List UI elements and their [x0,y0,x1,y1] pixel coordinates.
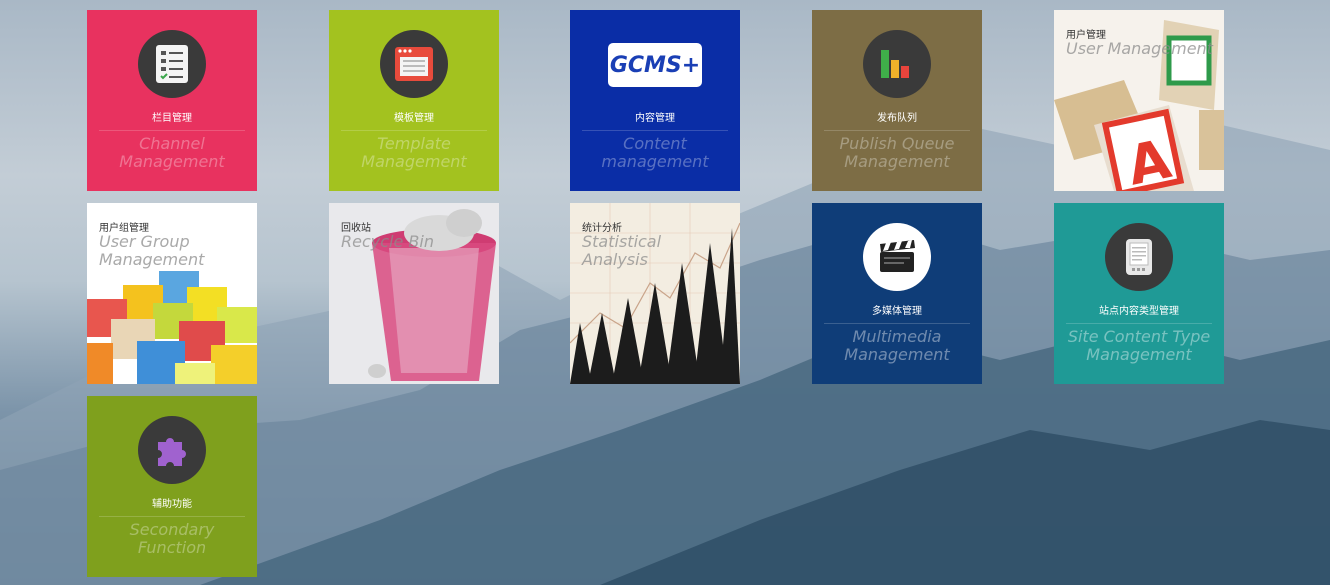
tile-user-management[interactable]: A 用户管理 User Management [1054,10,1224,191]
tile-title-cn: 辅助功能 [152,499,192,510]
tile-title-cn: 发布队列 [877,113,917,124]
tile-multimedia-management[interactable]: 多媒体管理 Multimedia Management [812,203,982,384]
tile-title-en: Template Management [361,134,467,171]
divider [824,323,970,324]
gcms-logo-icon: GCMS+ [608,43,702,87]
tile-secondary-function[interactable]: 辅助功能 Secondary Function [87,396,257,577]
divider [99,130,245,131]
tile-title-cn: 内容管理 [635,113,675,124]
tile-statistical-analysis[interactable]: 统计分析 Statistical Analysis [570,203,740,384]
tile-title-en: Secondary Function [129,520,215,557]
tile-publish-queue[interactable]: 发布队列 Publish Queue Management [812,10,982,191]
clapperboard-icon [863,223,931,291]
tile-title-en: Recycle Bin [341,232,434,251]
tile-title-en: Content management [601,134,709,171]
divider [99,516,245,517]
tile-site-content-type[interactable]: 站点内容类型管理 Site Content Type Management [1054,203,1224,384]
divider [582,130,728,131]
tablet-icon [1105,223,1173,291]
tile-title-en: Site Content Type Management [1067,327,1211,364]
tile-title-en: User Group Management [99,232,205,269]
tile-template-management[interactable]: 模板管理 Template Management [329,10,499,191]
tile-channel-management[interactable]: 栏目管理 Channel Management [87,10,257,191]
divider [824,130,970,131]
tile-title-en: Publish Queue Management [839,134,955,171]
tile-user-group-management[interactable]: 用户组管理 User Group Management [87,203,257,384]
tile-title-cn: 多媒体管理 [872,306,922,317]
divider [341,130,487,131]
tile-title-cn: 栏目管理 [152,113,192,124]
tile-title-en: Statistical Analysis [582,232,662,269]
template-window-icon [380,30,448,98]
bar-chart-icon [863,30,931,98]
divider [1066,323,1212,324]
tile-title-en: Multimedia Management [844,327,950,364]
tile-title-en: User Management [1066,39,1213,58]
tile-recycle-bin[interactable]: 回收站 Recycle Bin [329,203,499,384]
tile-title-cn: 站点内容类型管理 [1099,306,1179,317]
puzzle-icon [138,416,206,484]
checklist-icon [138,30,206,98]
tile-content-management[interactable]: GCMS+ 内容管理 Content management [570,10,740,191]
tile-title-en: Channel Management [119,134,225,171]
tile-title-cn: 模板管理 [394,113,434,124]
